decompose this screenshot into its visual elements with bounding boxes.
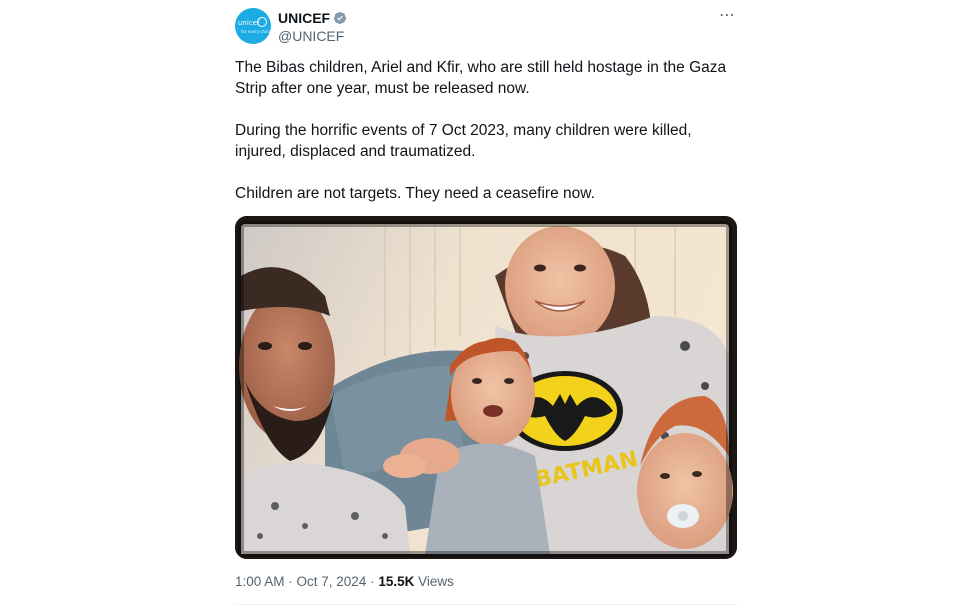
- views-count[interactable]: 15.5K: [378, 574, 414, 589]
- name-row: UNICEF: [278, 9, 347, 27]
- meta-separator: ·: [366, 574, 379, 589]
- family-photo-illustration: BATMAN: [235, 216, 737, 559]
- tweet-meta: 1:00 AM · Oct 7, 2024 · 15.5K Views: [235, 574, 454, 589]
- tweet-paragraph: Children are not targets. They need a ce…: [235, 185, 595, 202]
- user-handle[interactable]: @UNICEF: [278, 28, 344, 44]
- tweet-header: unicef for every child UNICEF @UNICEF ⋯: [235, 8, 737, 48]
- tweet-paragraph: During the horrific events of 7 Oct 2023…: [235, 122, 696, 160]
- views-label: Views: [418, 574, 454, 589]
- tweet-time[interactable]: 1:00 AM: [235, 574, 285, 589]
- avatar[interactable]: unicef for every child: [235, 8, 271, 44]
- tweet-photo[interactable]: BATMAN: [235, 216, 737, 559]
- meta-separator: ·: [284, 574, 297, 589]
- tweet-card: unicef for every child UNICEF @UNICEF ⋯ …: [235, 0, 737, 608]
- avatar-tagline: for every child: [241, 29, 270, 34]
- tweet-text: The Bibas children, Ariel and Kfir, who …: [235, 57, 737, 225]
- verified-badge-icon: [334, 11, 347, 25]
- divider: [235, 604, 737, 605]
- more-options-icon[interactable]: ⋯: [717, 8, 737, 26]
- display-name[interactable]: UNICEF: [278, 10, 330, 26]
- unicef-logo-icon: [257, 17, 267, 27]
- tweet-paragraph: The Bibas children, Ariel and Kfir, who …: [235, 59, 731, 97]
- tweet-date[interactable]: Oct 7, 2024: [297, 574, 367, 589]
